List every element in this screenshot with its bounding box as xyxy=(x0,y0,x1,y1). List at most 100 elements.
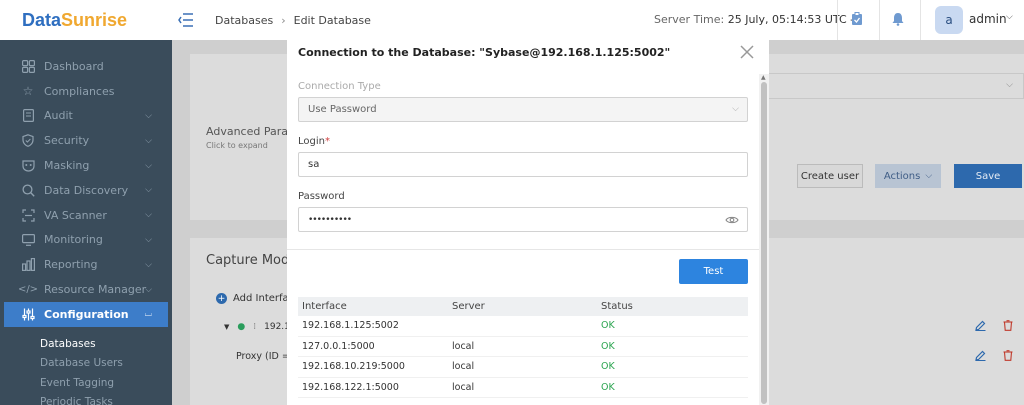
sidebar-subitem-databases[interactable]: Databases xyxy=(0,334,172,354)
delete-icon[interactable] xyxy=(1003,350,1013,364)
chevron-down-icon: ⌵ xyxy=(145,185,152,196)
advanced-parameters-hint: Click to expand xyxy=(206,141,268,150)
create-user-button[interactable]: Create user xyxy=(797,164,863,188)
plus-icon: + xyxy=(216,293,227,304)
save-button[interactable]: Save xyxy=(954,164,1022,188)
breadcrumb-separator-icon: › xyxy=(281,13,286,27)
divider xyxy=(920,0,921,40)
column-header-interface: Interface xyxy=(302,301,347,312)
cell-interface: 192.168.10.219:5000 xyxy=(302,361,405,373)
chevron-down-icon: ⌵ xyxy=(145,234,152,245)
server-time-value: 25 July, 05:14:53 UTC -4 xyxy=(727,13,862,26)
sidebar: Dashboard ☆ Compliances Audit ⌵ Security… xyxy=(0,40,172,405)
logo-text-sunrise: Sunrise xyxy=(61,9,128,30)
code-icon: </> xyxy=(17,284,39,296)
chevron-down-icon: ⌵ xyxy=(145,110,152,121)
login-label: Login* xyxy=(298,136,330,147)
star-icon: ☆ xyxy=(22,84,34,99)
connection-type-value: Use Password xyxy=(308,104,377,115)
bell-icon[interactable] xyxy=(890,12,906,28)
close-icon[interactable] xyxy=(740,44,754,64)
connection-type-select[interactable]: Use Password ⌵ xyxy=(298,97,748,122)
sidebar-item-resource-manager[interactable]: </> Resource Manager ⌵ xyxy=(0,277,172,302)
sidebar-subitem-periodic-tasks[interactable]: Periodic Tasks xyxy=(0,392,172,405)
menu-toggle-icon[interactable] xyxy=(172,0,200,40)
sidebar-item-label: Data Discovery xyxy=(44,183,129,197)
password-label: Password xyxy=(298,191,345,202)
test-button[interactable]: Test xyxy=(679,259,748,284)
background-select[interactable]: ⌵ xyxy=(762,73,1024,99)
chevron-down-icon: ⌵ xyxy=(145,259,152,270)
connection-type-label: Connection Type xyxy=(298,81,381,92)
status-dot-icon: ● xyxy=(237,322,246,332)
mask-icon xyxy=(20,158,36,174)
sidebar-item-label: Security xyxy=(44,134,90,148)
dialog-scrollbar[interactable]: ▲ xyxy=(759,74,769,405)
scrollbar-thumb[interactable] xyxy=(761,82,767,404)
cell-server: local xyxy=(452,361,475,373)
sidebar-item-audit[interactable]: Audit ⌵ xyxy=(0,104,172,129)
connection-dialog: Connection to the Database: "Sybase@192.… xyxy=(287,34,769,405)
monitor-icon xyxy=(20,232,36,248)
eye-icon[interactable] xyxy=(725,213,739,227)
breadcrumb-databases[interactable]: Databases xyxy=(215,14,273,27)
chevron-down-icon: ⌵ xyxy=(145,284,152,295)
sidebar-subitem-database-users[interactable]: Database Users xyxy=(0,353,172,373)
breadcrumb-edit-database: Edit Database xyxy=(293,13,371,27)
avatar[interactable]: a xyxy=(935,6,963,34)
clipboard-check-icon[interactable] xyxy=(849,12,865,28)
actions-button-label: Actions xyxy=(883,170,921,182)
chevron-down-icon: ⌵ xyxy=(145,210,152,221)
sidebar-subitem-event-tagging[interactable]: Event Tagging xyxy=(0,373,172,393)
actions-button[interactable]: Actions ⌵ xyxy=(875,164,941,188)
chevron-down-icon: ⌵ xyxy=(925,171,933,181)
dialog-title: Connection to the Database: "Sybase@192.… xyxy=(298,46,671,59)
capture-mode-title: Capture Mode xyxy=(206,253,298,268)
chevron-up-icon: ⌴ xyxy=(144,309,152,320)
server-time-label: Server Time: xyxy=(654,13,725,26)
sidebar-item-security[interactable]: Security ⌵ xyxy=(0,128,172,153)
login-input[interactable]: sa xyxy=(298,152,748,177)
cell-status: OK xyxy=(601,381,615,393)
chevron-down-icon: ⌵ xyxy=(145,135,152,146)
sidebar-item-label: Audit xyxy=(44,109,73,123)
cell-interface: 192.168.1.125:5002 xyxy=(302,320,399,332)
edit-icon[interactable] xyxy=(975,350,986,364)
sidebar-item-label: Resource Manager xyxy=(44,283,147,297)
table-row: 192.168.122.1:5000 local OK xyxy=(298,378,748,398)
chart-icon xyxy=(20,257,36,273)
sidebar-item-configuration[interactable]: Configuration ⌴ xyxy=(4,301,168,327)
sidebar-item-va-scanner[interactable]: VA Scanner ⌵ xyxy=(0,203,172,228)
sidebar-item-data-discovery[interactable]: Data Discovery ⌵ xyxy=(0,178,172,203)
scroll-up-arrow-icon[interactable]: ▲ xyxy=(761,74,766,81)
cell-status: OK xyxy=(601,320,615,332)
password-value: •••••••••• xyxy=(308,214,352,225)
username[interactable]: admin xyxy=(969,12,1007,26)
sidebar-item-label: Masking xyxy=(44,159,90,173)
sidebar-item-reporting[interactable]: Reporting ⌵ xyxy=(0,252,172,277)
sliders-icon xyxy=(20,306,36,322)
sidebar-item-monitoring[interactable]: Monitoring ⌵ xyxy=(0,228,172,253)
column-header-status: Status xyxy=(601,301,633,312)
cell-server: local xyxy=(452,381,475,393)
table-row: 192.168.1.125:5002 OK xyxy=(298,316,748,337)
cell-status: OK xyxy=(601,340,615,352)
edit-icon[interactable] xyxy=(975,320,986,334)
sidebar-item-dashboard[interactable]: Dashboard xyxy=(0,54,172,79)
scanner-icon xyxy=(20,207,36,223)
search-icon xyxy=(20,182,36,198)
interfaces-table: Interface Server Status 192.168.1.125:50… xyxy=(298,297,748,398)
drag-handle-icon: ⁞ xyxy=(253,322,257,332)
logo[interactable]: Data Sunrise xyxy=(0,0,172,40)
logo-text-data: Data xyxy=(22,9,62,30)
chevron-down-icon[interactable]: ⌵ xyxy=(1006,12,1013,22)
delete-icon[interactable] xyxy=(1003,320,1013,334)
sidebar-item-label: Reporting xyxy=(44,258,98,272)
document-icon xyxy=(20,108,36,124)
divider xyxy=(287,249,759,250)
sidebar-item-masking[interactable]: Masking ⌵ xyxy=(0,153,172,178)
table-header: Interface Server Status xyxy=(298,297,748,316)
sidebar-item-compliances[interactable]: ☆ Compliances xyxy=(0,79,172,104)
password-input[interactable]: •••••••••• xyxy=(298,207,748,232)
breadcrumb: Databases › Edit Database xyxy=(215,14,371,27)
